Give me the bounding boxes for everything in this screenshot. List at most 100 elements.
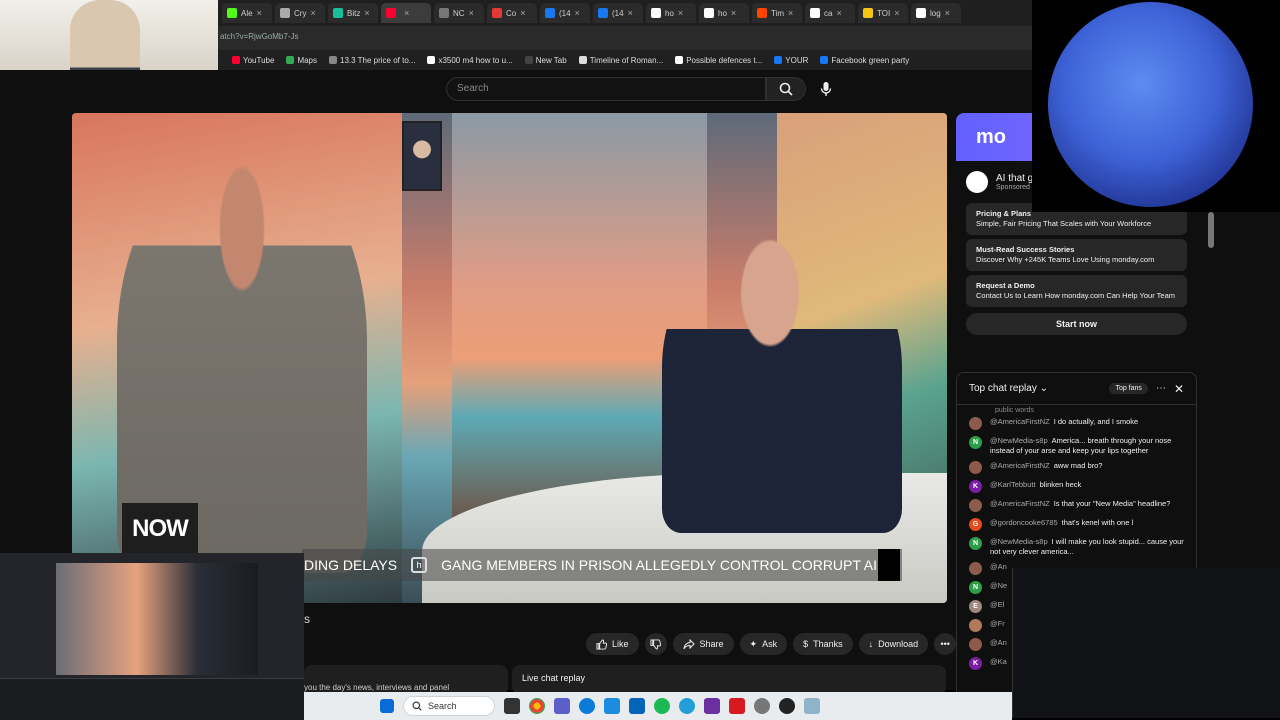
bookmark-item[interactable]: Possible defences t... [675,56,762,65]
telegram-icon[interactable] [679,698,695,714]
browser-tab[interactable]: Co × [487,3,537,23]
chat-username[interactable]: @An [990,562,1007,571]
close-tab-icon[interactable]: × [836,8,841,18]
close-tab-icon[interactable]: × [310,8,315,18]
teams-icon[interactable] [554,698,570,714]
avatar[interactable] [969,638,982,651]
live-chat-replay-bar[interactable]: Live chat replay [512,665,946,695]
description-box[interactable]: you the day's news, interviews and panel [304,665,508,695]
edge-icon[interactable] [579,698,595,714]
browser-tab[interactable]: × [381,3,431,23]
browser-tab[interactable]: TOI × [858,3,908,23]
avatar[interactable] [969,499,982,512]
close-tab-icon[interactable]: × [257,8,262,18]
bookmark-item[interactable]: 13.3 The price of to... [329,56,415,65]
bookmark-item[interactable]: Facebook green party [820,56,909,65]
settings-icon[interactable] [754,698,770,714]
chat-username[interactable]: @KarlTebbutt [990,480,1036,489]
close-tab-icon[interactable]: × [575,8,580,18]
task-view-icon[interactable] [504,698,520,714]
app-icon[interactable] [604,698,620,714]
close-tab-icon[interactable]: × [404,8,409,18]
search-input[interactable]: Search [446,77,766,101]
close-tab-icon[interactable]: × [628,8,633,18]
browser-tab[interactable]: ca × [805,3,855,23]
browser-tab[interactable]: ho × [699,3,749,23]
voice-search-button[interactable] [814,77,838,101]
bookmark-item[interactable]: Maps [286,56,317,65]
browser-tab[interactable]: Tim × [752,3,802,23]
obs-icon[interactable] [779,698,795,714]
avatar[interactable]: N [969,436,982,449]
browser-tab[interactable]: Bitz × [328,3,378,23]
acrobat-icon[interactable] [729,698,745,714]
spotify-icon[interactable] [654,698,670,714]
close-tab-icon[interactable]: × [469,8,474,18]
chat-username[interactable]: @NewMedia-s8p [990,537,1048,546]
more-actions-button[interactable]: ••• [934,633,957,655]
top-fans-badge[interactable]: Top fans [1109,383,1148,394]
close-tab-icon[interactable]: × [678,8,683,18]
ad-link[interactable]: Request a Demo Contact Us to Learn How mo… [966,275,1187,307]
chat-username[interactable]: @AmericaFirstNZ [990,499,1050,508]
app-icon-2[interactable] [704,698,720,714]
close-tab-icon[interactable]: × [520,8,525,18]
close-tab-icon[interactable]: × [731,8,736,18]
chat-username[interactable]: @AmericaFirstNZ [990,417,1050,426]
avatar[interactable]: K [969,480,982,493]
avatar[interactable]: G [969,518,982,531]
search-button[interactable] [766,77,806,101]
share-button[interactable]: Share [672,633,734,655]
like-button[interactable]: Like [586,633,639,655]
chat-username[interactable]: @NewMedia-s8p [990,436,1048,445]
browser-tab[interactable]: NC × [434,3,484,23]
browser-tab[interactable]: ho × [646,3,696,23]
start-icon[interactable] [380,699,394,713]
taskbar-search[interactable]: Search [403,696,495,716]
browser-tab[interactable]: (14 × [593,3,643,23]
app-icon-3[interactable] [804,698,820,714]
chat-username[interactable]: @Ka [990,657,1007,666]
chat-username[interactable]: @Fr [990,619,1005,628]
browser-tab[interactable]: Cry × [275,3,325,23]
chat-username[interactable]: @Ne [990,581,1007,590]
video-player[interactable]: NOW DING DELAYS h GANG MEMBERS IN PRISON… [72,113,947,603]
dislike-button[interactable] [644,633,667,655]
thanks-button[interactable]: $ Thanks [793,633,853,655]
ad-link[interactable]: Must-Read Success Stories Discover Why +2… [966,239,1187,271]
chat-username[interactable]: @El [990,600,1004,609]
avatar[interactable] [969,417,982,430]
obs-controls[interactable] [0,678,304,720]
store-icon[interactable] [629,698,645,714]
close-tab-icon[interactable]: × [788,8,793,18]
address-bar[interactable]: atch?v=RjwGoMb7-Js [218,26,1032,50]
avatar[interactable] [969,619,982,632]
bookmark-item[interactable]: Timeline of Roman... [578,56,663,65]
browser-tab[interactable]: (14 × [540,3,590,23]
bookmark-item[interactable]: New Tab [524,56,567,65]
address-url[interactable]: atch?v=RjwGoMb7-Js [220,32,298,41]
close-tab-icon[interactable]: × [894,8,899,18]
close-tab-icon[interactable]: × [364,8,369,18]
avatar[interactable]: N [969,537,982,550]
avatar[interactable]: K [969,657,982,670]
chat-username[interactable]: @gordoncooke6785 [990,518,1058,527]
start-now-button[interactable]: Start now [966,313,1187,335]
bookmark-item[interactable]: YOUR [774,56,808,65]
avatar[interactable] [969,562,982,575]
close-icon[interactable]: ✕ [1174,382,1184,396]
ask-button[interactable]: ✦ Ask [739,633,788,655]
scrollbar[interactable] [1208,212,1214,248]
avatar[interactable] [969,461,982,474]
bookmark-item[interactable]: YouTube [232,56,274,65]
close-tab-icon[interactable]: × [945,8,950,18]
chrome-icon[interactable] [529,698,545,714]
more-vert-icon[interactable]: ⋯ [1156,383,1166,394]
chat-username[interactable]: @An [990,638,1007,647]
avatar[interactable]: E [969,600,982,613]
avatar[interactable]: N [969,581,982,594]
download-button[interactable]: ↓ Download [858,633,929,655]
bookmark-item[interactable]: x3500 m4 how to u... [427,56,513,65]
chat-mode-dropdown[interactable]: Top chat replay ⌄ [969,383,1048,394]
chat-username[interactable]: @AmericaFirstNZ [990,461,1050,470]
